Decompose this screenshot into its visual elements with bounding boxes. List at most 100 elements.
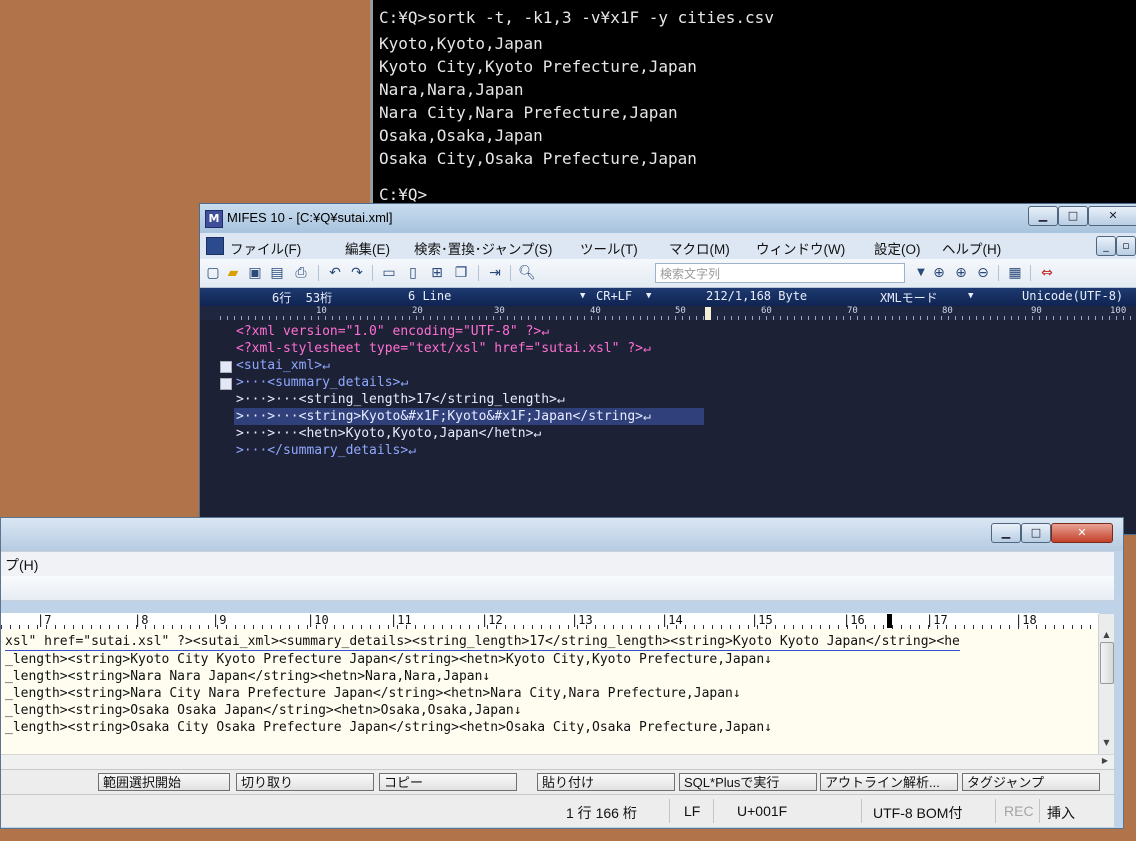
search-clear-icon[interactable]: ⊖ — [974, 264, 992, 282]
xml-declaration: <?xml version="1.0" encoding="UTF-8" ?>↵ — [236, 324, 550, 339]
function-key-bar: 範囲選択開始 切り取り コピー 貼り付け SQL*Plusで実行 アウトライン解… — [1, 769, 1114, 794]
eol-mode[interactable]: LF — [684, 803, 700, 819]
document-icon[interactable] — [206, 237, 224, 255]
console-line: Nara,Nara,Japan — [379, 80, 524, 99]
scroll-right-icon[interactable]: ▶ — [1102, 756, 1108, 765]
code-line: >···<summary_details>↵ — [236, 374, 408, 391]
menu-window[interactable]: ウィンドウ(W) — [756, 238, 845, 258]
editor-column-ruler: |7 |8 |9 |10 |11 |12 |13 |14 |15 |16 |17… — [1, 613, 1099, 630]
scroll-down-icon[interactable]: ▼ — [1099, 738, 1114, 747]
code-line: >···>···<hetn>Kyoto,Kyoto,Japan</hetn>↵ — [236, 425, 541, 442]
mode-dropdown-icon[interactable]: ▼ — [968, 291, 973, 301]
status-separator — [713, 799, 714, 823]
redo-icon[interactable]: ↷ — [348, 264, 366, 282]
console-window[interactable]: C:¥Q>sortk -t, -k1,3 -v¥x1F -y cities.cs… — [370, 0, 1136, 215]
encoding[interactable]: Unicode(UTF-8) — [1022, 289, 1123, 303]
editor-statusbar: 1 行 166 桁 LF U+001F UTF-8 BOM付 REC 挿入 — [1, 794, 1114, 827]
menu-help[interactable]: プ(H) — [5, 555, 38, 575]
menu-file[interactable]: ファイル(F) — [230, 238, 301, 258]
editor-window[interactable]: ▁ □ ✕ プ(H) |7 |8 |9 |10 |11 |12 |13 |14 … — [0, 517, 1124, 829]
split-horizontal-icon[interactable]: ▭ — [380, 264, 398, 282]
editor-titlebar[interactable]: ▁ □ ✕ — [1, 518, 1123, 551]
menu-tools[interactable]: ツール(T) — [580, 238, 638, 258]
xml-element: >···>···<string>Kyoto&#x1F;Kyoto&#x1F;Ja… — [236, 409, 651, 424]
ruler-number: 100 — [1110, 306, 1127, 316]
mifes-app-icon[interactable]: M — [205, 210, 223, 228]
maximize-icon[interactable]: □ — [1058, 206, 1088, 226]
scrollbar-thumb[interactable] — [1100, 642, 1114, 684]
dropdown-arrow-icon[interactable]: ▼ — [912, 264, 930, 282]
search-next-icon[interactable]: ⊕ — [930, 264, 948, 282]
menu-help[interactable]: ヘルプ(H) — [942, 238, 1001, 258]
macro-record-indicator[interactable]: REC — [1004, 803, 1034, 819]
fkey-cut[interactable]: 切り取り — [236, 773, 374, 791]
toolbar-separator — [478, 265, 479, 281]
search-input[interactable]: 検索文字列 — [655, 263, 905, 283]
ruler-number: 30 — [494, 306, 505, 316]
toolbar-separator — [372, 265, 373, 281]
close-icon[interactable]: ✕ — [1051, 523, 1113, 543]
horizontal-scrollbar[interactable]: ▶ — [1, 754, 1114, 769]
save-icon[interactable]: ▣ — [246, 264, 264, 282]
search-icon[interactable]: 🔍︎ — [518, 264, 536, 282]
close-icon[interactable]: ✕ — [1088, 206, 1136, 226]
jump-icon[interactable]: ⇥ — [486, 264, 504, 282]
insert-mode[interactable]: 挿入 — [1047, 803, 1075, 823]
menu-macro[interactable]: マクロ(M) — [669, 238, 730, 258]
fkey-paste[interactable]: 貼り付け — [537, 773, 675, 791]
grep-icon[interactable]: ▦ — [1006, 264, 1024, 282]
split-vertical-icon[interactable]: ▯ — [404, 264, 422, 282]
fkey-copy[interactable]: コピー — [379, 773, 517, 791]
fkey-tag-jump[interactable]: タグジャンプ — [962, 773, 1100, 791]
fold-toggle-icon[interactable] — [220, 378, 232, 390]
fkey-sqlplus[interactable]: SQL*Plusで実行 — [679, 773, 817, 791]
code-line: >···</summary_details>↵ — [236, 442, 416, 459]
mifes-titlebar[interactable]: M MIFES 10 - [C:¥Q¥sutai.xml] ▁ □ ✕ — [200, 204, 1136, 232]
encoding[interactable]: UTF-8 BOM付 — [873, 803, 962, 823]
cursor-position: 1 行 166 桁 — [566, 805, 637, 821]
menu-edit[interactable]: 編集(E) — [345, 238, 390, 258]
eol-mode[interactable]: CR+LF — [596, 289, 632, 303]
fold-toggle-icon[interactable] — [220, 361, 232, 373]
ruler-number: 90 — [1031, 306, 1042, 316]
save-all-icon[interactable]: ▤ — [268, 264, 286, 282]
editor-text-area[interactable]: xsl" href="sutai.xsl" ?><sutai_xml><summ… — [1, 629, 1099, 754]
split-four-icon[interactable]: ⊞ — [428, 264, 446, 282]
scroll-up-icon[interactable]: ▲ — [1099, 630, 1114, 639]
column-ruler: 10 20 30 40 50 60 70 80 90 100 — [200, 306, 1136, 320]
window-cascade-icon[interactable]: ❐ — [452, 264, 470, 282]
vertical-scrollbar[interactable]: ▲ ▼ — [1098, 614, 1114, 754]
edit-mode[interactable]: XMLモード — [880, 289, 938, 306]
xml-tag: >···</summary_details>↵ — [236, 443, 417, 458]
text-line: _length><string>Osaka Osaka Japan</strin… — [5, 703, 522, 718]
eol-dropdown-icon[interactable]: ▼ — [646, 291, 651, 301]
code-line: <sutai_xml>↵ — [236, 357, 330, 374]
menu-settings[interactable]: 設定(O) — [874, 238, 921, 258]
status-separator — [861, 799, 862, 823]
minimize-icon[interactable]: ▁ — [1028, 206, 1058, 226]
minimize-icon[interactable]: ▁ — [991, 523, 1021, 543]
menu-search[interactable]: 検索･置換･ジャンプ(S) — [414, 238, 552, 258]
console-line: Osaka,Osaka,Japan — [379, 126, 543, 145]
console-line: Osaka City,Osaka Prefecture,Japan — [379, 149, 697, 168]
status-separator — [669, 799, 670, 823]
ruler-cursor-mark — [887, 614, 892, 628]
mdi-minimize-icon[interactable]: _ — [1096, 236, 1116, 256]
search-prev-icon[interactable]: ⊕ — [952, 264, 970, 282]
fkey-select-start[interactable]: 範囲選択開始 — [98, 773, 230, 791]
fkey-outline[interactable]: アウトライン解析... — [820, 773, 958, 791]
mifes-toolbar: ▢ ▰ ▣ ▤ ⎙ ↶ ↷ ▭ ▯ ⊞ ❐ ⇥ 🔍︎ 検索文字列 ▼ ⊕ ⊕ ⊖… — [200, 259, 1136, 288]
print-icon[interactable]: ⎙ — [292, 264, 310, 282]
text-line: _length><string>Nara Nara Japan</string>… — [5, 669, 491, 684]
mifes-window[interactable]: M MIFES 10 - [C:¥Q¥sutai.xml] ▁ □ ✕ ファイル… — [199, 203, 1136, 535]
open-folder-icon[interactable]: ▰ — [224, 264, 242, 282]
xml-element: >···>···<hetn>Kyoto,Kyoto,Japan</hetn>↵ — [236, 426, 542, 441]
eol-dropdown-icon[interactable]: ▼ — [580, 291, 585, 301]
code-line: <?xml version="1.0" encoding="UTF-8" ?>↵ — [236, 323, 549, 340]
undo-icon[interactable]: ↶ — [326, 264, 344, 282]
compare-icon[interactable]: ⇔ — [1038, 264, 1056, 282]
mifes-edit-area[interactable]: <?xml version="1.0" encoding="UTF-8" ?>↵… — [200, 320, 1136, 534]
mdi-restore-icon[interactable]: ▫ — [1116, 236, 1136, 256]
new-file-icon[interactable]: ▢ — [204, 264, 222, 282]
maximize-icon[interactable]: □ — [1021, 523, 1051, 543]
